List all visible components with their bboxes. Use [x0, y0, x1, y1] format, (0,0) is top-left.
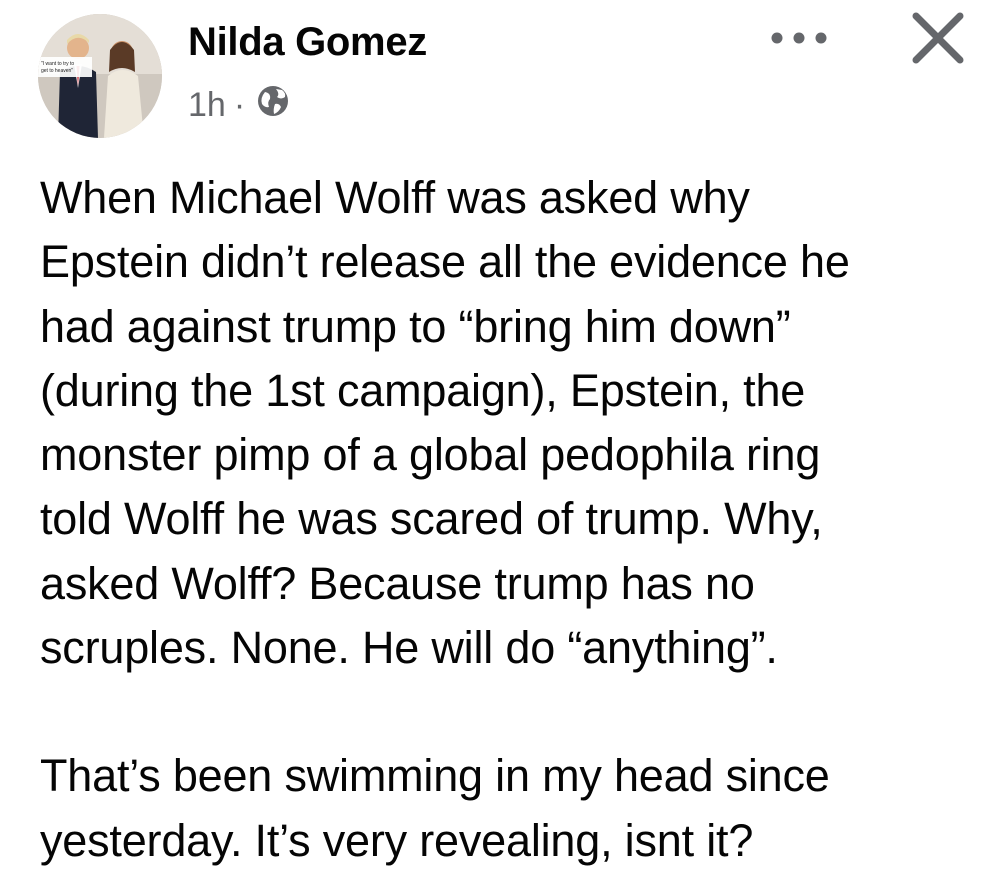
- avatar[interactable]: "I want to try to get to heaven": [38, 14, 162, 138]
- globe-icon[interactable]: [255, 83, 291, 128]
- meta-separator: ·: [233, 85, 246, 124]
- post-text-line: (during the 1st campaign), Epstein, the: [40, 364, 806, 416]
- post-body: When Michael Wolff was asked why Epstein…: [40, 166, 990, 873]
- author-name[interactable]: Nilda Gomez: [188, 14, 427, 70]
- post-text-line: asked Wolff? Because trump has no: [40, 557, 755, 609]
- post-text-line: monster pimp of a global pedophila ring: [40, 429, 821, 481]
- close-button[interactable]: [904, 6, 972, 74]
- post-timestamp[interactable]: 1h: [188, 86, 226, 125]
- post-text-line: had against trump to “bring him down”: [40, 300, 791, 352]
- more-options-icon: [767, 30, 831, 51]
- more-options-button[interactable]: [762, 20, 836, 60]
- post-card: "I want to try to get to heaven" Nilda G…: [0, 0, 1000, 867]
- post-text-line: When Michael Wolff was asked why: [40, 172, 750, 223]
- post-meta: 1h ·: [188, 80, 291, 130]
- post-text-line: yesterday. It’s very revealing, isnt it?: [40, 814, 754, 866]
- post-text-line: That’s been swimming in my head since: [40, 750, 830, 802]
- avatar-caption-line-2: get to heaven": [41, 68, 73, 74]
- post-text-line: told Wolff he was scared of trump. Why,: [40, 493, 823, 545]
- post-text-line: scruples. None. He will do “anything”.: [40, 622, 778, 674]
- post-text-line: Epstein didn’t release all the evidence …: [40, 236, 850, 288]
- close-icon: [910, 10, 966, 71]
- avatar-caption-line-1: "I want to try to: [41, 61, 74, 67]
